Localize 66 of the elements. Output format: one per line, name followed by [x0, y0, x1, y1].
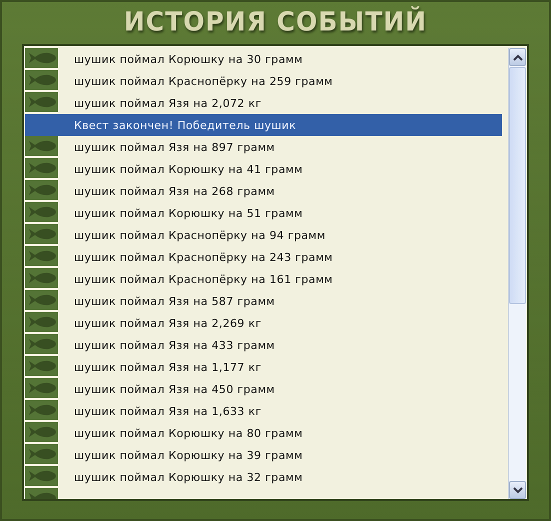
event-text: шушик поймал Корюшку на 41 грамм [74, 162, 303, 176]
event-text: шушик поймал Язя на 450 грамм [74, 382, 275, 396]
event-row[interactable]: шушик поймал Краснопёрку на 94 грамм [25, 224, 502, 246]
fish-icon [26, 162, 56, 174]
fish-icon [26, 448, 56, 460]
fish-icon [26, 272, 56, 284]
event-text: шушик поймал Язя на 2,269 кг [74, 316, 262, 330]
event-row[interactable]: шушик поймал Корюшку на 80 грамм [25, 422, 502, 444]
scroll-down-button[interactable] [509, 481, 526, 499]
event-row[interactable]: шушик поймал Язя на 2,269 кг [25, 312, 502, 334]
window-title: ИСТОРИЯ СОБЫТИЙ [124, 7, 428, 37]
caret-up-icon [512, 54, 522, 60]
event-text: шушик поймал Язя на 1,177 кг [74, 360, 262, 374]
fish-icon [26, 52, 56, 64]
fish-icon [26, 360, 56, 372]
event-row[interactable]: шушик поймал Краснопёрку на 243 грамм [25, 246, 502, 268]
event-text: шушик поймал Краснопёрку на 161 грамм [74, 272, 333, 286]
fish-icon [26, 184, 56, 196]
event-row[interactable]: шушик поймал Краснопёрку на 161 грамм [25, 268, 502, 290]
event-row[interactable]: шушик поймал Корюшку на 39 грамм [25, 444, 502, 466]
event-text: шушик поймал Корюшку на 80 грамм [74, 426, 303, 440]
event-row[interactable]: шушик поймал Язя на 587 грамм [25, 290, 502, 312]
fish-icon [26, 74, 56, 86]
fish-icon [26, 96, 56, 108]
fish-icon [26, 338, 56, 350]
event-row[interactable]: шушик поймал Корюшку на 51 грамм [25, 202, 502, 224]
event-row[interactable]: шушик поймал Язя на 1,633 кг [25, 400, 502, 422]
fish-icon [26, 382, 56, 394]
scrollbar[interactable] [508, 48, 526, 499]
event-row[interactable]: шушик поймал Язя на 1,177 кг [25, 356, 502, 378]
fish-icon [26, 206, 56, 218]
event-row[interactable]: шушик поймал Язя на 897 грамм [25, 136, 502, 158]
event-row[interactable]: шушик поймал Корюшку на 32 грамм [25, 466, 502, 488]
event-row[interactable]: Квест закончен! Победитель шушик [25, 114, 502, 136]
event-row[interactable]: шушик поймал Язя на 2,072 кг [25, 92, 502, 114]
event-text: шушик поймал Язя на 897 грамм [74, 140, 275, 154]
fish-icon [26, 404, 56, 416]
event-row[interactable]: шушик поймал Язя на 433 грамм [25, 334, 502, 356]
event-text: шушик поймал Язя на 2,072 кг [74, 96, 262, 110]
event-row[interactable]: шушик поймал Корюшку на 41 грамм [25, 158, 502, 180]
event-text: шушик поймал Корюшку на 51 грамм [74, 206, 303, 220]
fish-icon [26, 228, 56, 240]
fish-icon [26, 250, 56, 262]
event-text: шушик поймал Краснопёрку на 259 грамм [74, 74, 333, 88]
fish-icon [26, 426, 56, 438]
fish-icon [26, 140, 56, 152]
scroll-up-button[interactable] [509, 48, 526, 66]
event-text: шушик поймал Язя на 1,633 кг [74, 404, 262, 418]
event-row[interactable]: шушик поймал Корюшку на 30 грамм [25, 48, 502, 70]
event-text: шушик поймал Корюшку на 39 грамм [74, 448, 303, 462]
fish-icon [26, 294, 56, 306]
event-text: Квест закончен! Победитель шушик [74, 118, 296, 132]
scroll-thumb[interactable] [509, 67, 526, 304]
event-text: шушик поймал Краснопёрку на 243 грамм [74, 250, 333, 264]
event-text: шушик поймал Корюшку на 32 грамм [74, 470, 303, 484]
event-text: шушик поймал Язя на 587 грамм [74, 294, 275, 308]
event-row[interactable]: шушик поймал Язя на 268 грамм [25, 180, 502, 202]
event-row[interactable]: шушик поймал Краснопёрку на 259 грамм [25, 70, 502, 92]
event-text: шушик поймал Язя на 268 грамм [74, 184, 275, 198]
fish-icon [26, 470, 56, 482]
event-text: шушик поймал Краснопёрку на 94 грамм [74, 228, 326, 242]
event-text: шушик поймал Язя на 433 грамм [74, 338, 275, 352]
event-row[interactable]: шушик поймал Язя на 450 грамм [25, 378, 502, 400]
event-text: шушик поймал Корюшку на 30 грамм [74, 52, 303, 66]
fish-icon [26, 316, 56, 328]
caret-down-icon [512, 486, 522, 494]
